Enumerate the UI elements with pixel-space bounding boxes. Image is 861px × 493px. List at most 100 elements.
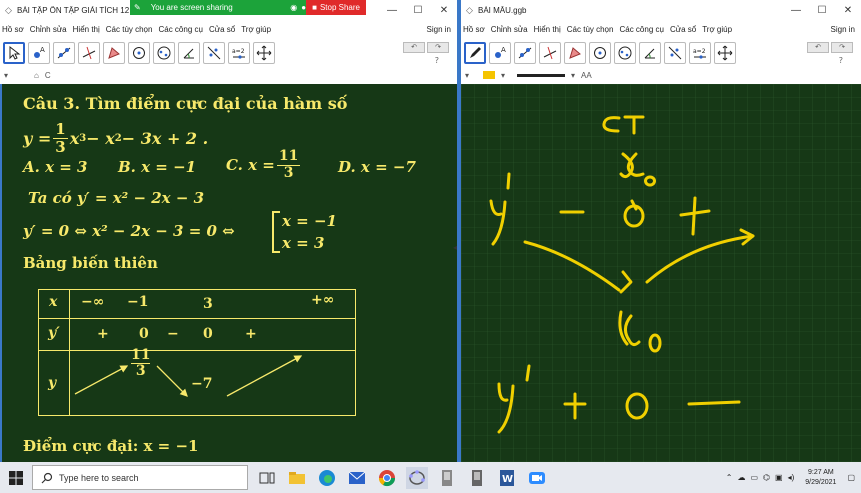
move-arrows-icon xyxy=(256,45,272,61)
menu-file[interactable]: Hồ sơ xyxy=(2,25,24,34)
table-sign: − xyxy=(167,326,179,342)
undo-redo-area: ↶ ↷ ? xyxy=(403,41,449,65)
close-button[interactable]: ✕ xyxy=(835,5,861,16)
polygon-tool-button[interactable] xyxy=(564,42,586,64)
perpendicular-tool-button[interactable] xyxy=(78,42,100,64)
handwritten-dash-lower xyxy=(687,400,741,406)
thickness-dropdown-icon[interactable]: ▾ xyxy=(571,71,575,80)
menu-tools[interactable]: Các công cụ xyxy=(158,25,202,34)
arrow-cursor-icon xyxy=(9,45,21,60)
menu-view[interactable]: Hiển thị xyxy=(73,25,100,34)
move-tool-button[interactable] xyxy=(3,42,25,64)
sign-in-link[interactable]: Sign in xyxy=(831,25,855,34)
line-tool-button[interactable] xyxy=(514,42,536,64)
color-dropdown-icon[interactable]: ▾ xyxy=(501,71,505,80)
right-graphics-view[interactable] xyxy=(461,84,861,462)
stop-share-button[interactable]: ■ Stop Share xyxy=(306,0,366,15)
font-size-dropdown[interactable]: AA xyxy=(581,71,592,80)
point-tool-button[interactable]: A xyxy=(28,42,50,64)
redo-button[interactable]: ↷ xyxy=(427,41,449,53)
move-view-tool-button[interactable] xyxy=(714,42,736,64)
minimize-button[interactable]: — xyxy=(379,5,405,16)
screen-share-status[interactable]: ✎ You are screen sharing ◉ ● xyxy=(130,0,307,15)
maximize-button[interactable]: ☐ xyxy=(809,5,835,16)
help-button[interactable]: ? xyxy=(839,56,843,65)
line-thickness-icon[interactable] xyxy=(517,73,566,77)
app-a-icon[interactable] xyxy=(436,467,458,489)
network-icon[interactable]: ⌬ xyxy=(763,473,770,482)
collapse-triangle-icon[interactable]: ▾ xyxy=(465,71,469,80)
chrome-icon[interactable] xyxy=(376,467,398,489)
menu-edit[interactable]: Chỉnh sửa xyxy=(30,25,67,34)
angle-tool-button[interactable] xyxy=(639,42,661,64)
answer-b: B. x = −1 xyxy=(118,158,197,176)
file-explorer-icon[interactable] xyxy=(286,467,308,489)
slider-tool-label: a=2 xyxy=(232,48,245,55)
word-icon[interactable]: W xyxy=(496,467,518,489)
circle-tool-button[interactable] xyxy=(128,42,150,64)
menu-tools[interactable]: Các công cụ xyxy=(619,25,663,34)
menu-file[interactable]: Hồ sơ xyxy=(463,25,485,34)
maximize-button[interactable]: ☐ xyxy=(405,5,431,16)
slider-tool-button[interactable]: a=2 xyxy=(228,42,250,64)
slider-tool-button[interactable]: a=2 xyxy=(689,42,711,64)
polygon-icon xyxy=(108,47,120,59)
menu-options[interactable]: Các tùy chọn xyxy=(567,25,614,34)
move-view-tool-button[interactable] xyxy=(253,42,275,64)
clock-time: 9:27 AM xyxy=(808,468,834,476)
resize-grip-icon[interactable]: ◂ xyxy=(453,243,458,253)
menu-view[interactable]: Hiển thị xyxy=(534,25,561,34)
menu-help[interactable]: Trợ giúp xyxy=(241,25,271,34)
point-tool-button[interactable]: A xyxy=(489,42,511,64)
volume-icon[interactable]: ◂) xyxy=(788,473,795,482)
circle-tool-button[interactable] xyxy=(589,42,611,64)
left-menu-bar: Hồ sơ Chỉnh sửa Hiển thị Các tùy chọn Cá… xyxy=(0,21,457,37)
undo-button[interactable]: ↶ xyxy=(807,41,829,53)
pen-tool-button[interactable] xyxy=(464,42,486,64)
redo-button[interactable]: ↷ xyxy=(831,41,853,53)
angle-tool-button[interactable] xyxy=(178,42,200,64)
polygon-tool-button[interactable] xyxy=(103,42,125,64)
right-title-bar[interactable]: ◇ BÀI MẪU.ggb — ☐ ✕ xyxy=(461,0,861,20)
home-icon[interactable]: ⌂ xyxy=(34,71,39,80)
ellipse-tool-button[interactable] xyxy=(153,42,175,64)
style-dropdown[interactable]: C xyxy=(45,71,51,80)
taskbar-search-box[interactable]: Type here to search xyxy=(32,465,248,490)
question-heading: Câu 3. Tìm điểm cực đại của hàm số xyxy=(23,94,348,113)
ellipse-tool-button[interactable] xyxy=(614,42,636,64)
pen-icon xyxy=(470,47,481,58)
clock-date: 9/29/2021 xyxy=(805,478,837,486)
menu-window[interactable]: Cửa sổ xyxy=(209,25,235,34)
menu-options[interactable]: Các tùy chọn xyxy=(106,25,153,34)
app-b-icon[interactable] xyxy=(466,467,488,489)
perpendicular-tool-button[interactable] xyxy=(539,42,561,64)
slider-icon: a=2 xyxy=(232,48,245,59)
reflect-tool-button[interactable] xyxy=(203,42,225,64)
help-button[interactable]: ? xyxy=(435,56,439,65)
cloud-icon[interactable]: ☁ xyxy=(737,473,745,482)
sign-in-link[interactable]: Sign in xyxy=(427,25,451,34)
zoom-icon[interactable] xyxy=(526,467,548,489)
geogebra-taskbar-icon[interactable] xyxy=(406,466,428,489)
line-tool-button[interactable] xyxy=(53,42,75,64)
task-view-icon[interactable] xyxy=(256,467,278,489)
battery-icon[interactable]: ▭ xyxy=(750,473,758,482)
undo-button[interactable]: ↶ xyxy=(403,41,425,53)
reflect-tool-button[interactable] xyxy=(664,42,686,64)
pen-color-swatch[interactable] xyxy=(483,71,496,79)
move-arrows-icon xyxy=(717,45,733,61)
notification-icon[interactable]: ▢ xyxy=(847,473,855,482)
close-button[interactable]: ✕ xyxy=(431,5,457,16)
edge-icon[interactable] xyxy=(316,467,338,489)
menu-window[interactable]: Cửa sổ xyxy=(670,25,696,34)
menu-help[interactable]: Trợ giúp xyxy=(702,25,732,34)
mail-icon[interactable] xyxy=(346,467,368,489)
collapse-triangle-icon[interactable]: ▾ xyxy=(4,71,8,80)
stop-icon: ■ xyxy=(312,3,317,12)
start-button[interactable] xyxy=(0,462,32,493)
chevron-up-icon[interactable]: ⌃ xyxy=(726,473,733,482)
display-icon[interactable]: ▣ xyxy=(775,473,783,482)
menu-edit[interactable]: Chỉnh sửa xyxy=(491,25,528,34)
minimize-button[interactable]: — xyxy=(783,5,809,16)
taskbar-clock[interactable]: 9:27 AM 9/29/2021 xyxy=(805,468,836,488)
